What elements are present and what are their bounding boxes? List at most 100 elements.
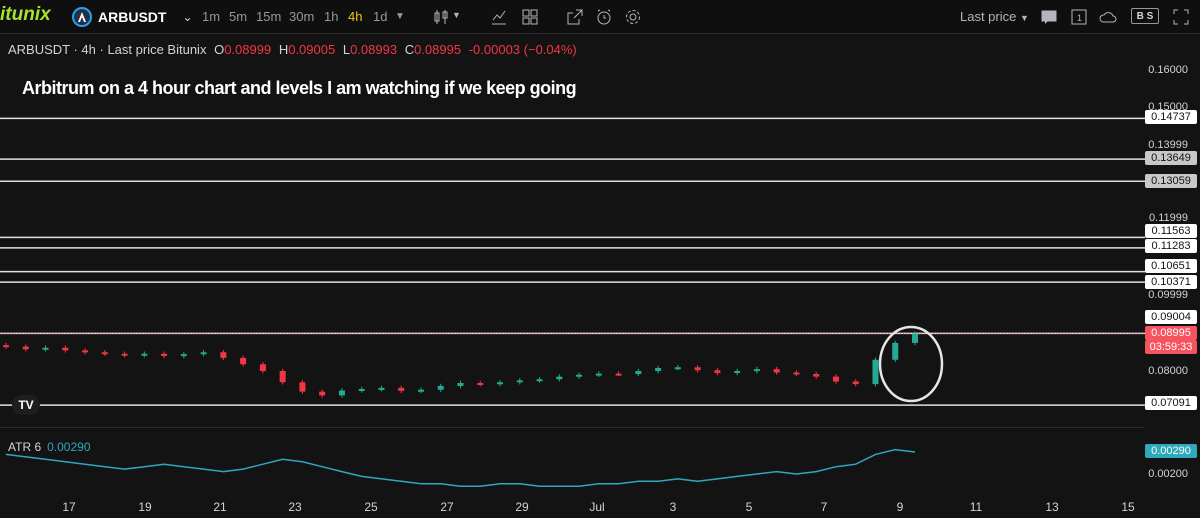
time-axis-label: 29 (515, 500, 529, 514)
chart-type-dropdown-icon[interactable]: ▼ (452, 10, 470, 28)
candle-body (279, 371, 286, 383)
candle-body (3, 345, 9, 348)
price-axis-label: 0.11999 (1149, 212, 1188, 224)
candle-body (319, 391, 326, 396)
fullscreen-icon[interactable] (1172, 8, 1190, 26)
candle-body (714, 370, 721, 373)
time-axis-label: 25 (364, 500, 378, 514)
candle-body (22, 346, 29, 350)
time-axis-label: 9 (896, 500, 904, 514)
settings-gear-icon[interactable] (624, 8, 642, 26)
price-type-dropdown[interactable]: Last price ▼ (960, 9, 1029, 24)
time-axis-label: 19 (138, 500, 152, 514)
level-tag: 0.14737 (1145, 110, 1197, 124)
candle-body (753, 369, 760, 372)
candle-body (892, 342, 899, 360)
time-axis-label: 15 (1121, 500, 1135, 514)
time-axis-label: 27 (440, 500, 454, 514)
pane-divider[interactable] (0, 427, 1145, 428)
candle-body (259, 364, 266, 371)
candle-body (180, 354, 187, 357)
timeframe-1h[interactable]: 1h (324, 9, 338, 24)
countdown-tag: 03:59:33 (1145, 340, 1197, 354)
candle-body (378, 387, 385, 390)
time-axis-label: 7 (820, 500, 828, 514)
time-axis-label: 23 (288, 500, 302, 514)
price-axis-label: 0.13999 (1148, 139, 1188, 151)
time-axis-label: 17 (62, 500, 76, 514)
alarm-clock-icon[interactable] (595, 8, 613, 26)
timeframe-15m[interactable]: 15m (256, 9, 281, 24)
candle-body (694, 367, 701, 371)
candle-body (299, 382, 306, 392)
level-tag: 0.10371 (1145, 275, 1197, 289)
price-axis-label: 0.08000 (1148, 365, 1188, 377)
price-axis-label: 0.16000 (1148, 64, 1188, 76)
time-axis-label: 5 (745, 500, 753, 514)
timeframe-4h[interactable]: 4h (348, 9, 362, 24)
candle-body (595, 373, 602, 376)
candle-body (497, 382, 504, 385)
timeframe-1m[interactable]: 1m (202, 9, 220, 24)
candle-body (101, 352, 108, 355)
layout-grid-icon[interactable] (521, 8, 539, 26)
level-tag: 0.10651 (1145, 259, 1197, 273)
chevron-down-icon: ▼ (1020, 13, 1029, 23)
candle-body (635, 371, 642, 374)
candle-body (457, 383, 464, 386)
candle-body (477, 383, 484, 385)
atr-value: 0.00290 (47, 440, 91, 454)
candle-body (141, 353, 148, 356)
atr-value-tag: 0.00290 (1145, 444, 1197, 458)
tradingview-logo[interactable]: TV (12, 395, 40, 415)
current-price-tag: 0.08995 (1145, 326, 1197, 340)
time-axis-label: 13 (1045, 500, 1059, 514)
level-tag: 0.13649 (1145, 151, 1197, 165)
level-tag: 0.11283 (1145, 239, 1197, 253)
symbol-name: ARBUSDT (98, 9, 167, 25)
chevron-down-icon: ⌄ (182, 10, 193, 24)
external-link-icon[interactable] (566, 8, 584, 26)
cloud-icon[interactable] (1099, 8, 1117, 26)
candle-body (793, 372, 800, 375)
candle-body (576, 374, 583, 377)
candle-body (832, 376, 839, 382)
timeframe-dropdown-icon[interactable]: ▼ (395, 11, 405, 22)
price-type-label: Last price (960, 9, 1017, 24)
arbitrum-icon (72, 7, 92, 27)
indicators-icon[interactable] (490, 8, 508, 26)
candle-body (872, 359, 879, 385)
candle-body (398, 387, 405, 391)
timeframe-1d[interactable]: 1d (373, 9, 387, 24)
atr-name: ATR 6 (8, 440, 42, 454)
svg-text:1: 1 (1077, 13, 1082, 23)
candle-body (338, 390, 345, 396)
candle-body (437, 386, 444, 390)
symbol-selector[interactable]: ARBUSDT ⌄ (72, 6, 193, 28)
atr-legend: ATR 6 0.00290 (8, 440, 91, 454)
timeframe-5m[interactable]: 5m (229, 9, 247, 24)
candle-body (121, 353, 128, 356)
chat-message-icon[interactable] (1040, 8, 1058, 26)
time-axis-label: 11 (969, 500, 983, 514)
single-layout-icon[interactable]: 1 (1070, 8, 1088, 26)
price-chart[interactable] (0, 35, 1145, 518)
time-axis-label: Jul (589, 500, 605, 514)
level-tag: 0.09004 (1145, 310, 1197, 324)
candle-body (82, 350, 89, 353)
candle-body (773, 369, 780, 373)
buy-sell-toggle[interactable]: B S (1131, 8, 1159, 24)
candle-body (417, 389, 424, 392)
time-axis-label: 3 (669, 500, 677, 514)
candle-body (536, 379, 543, 382)
timeframe-30m[interactable]: 30m (289, 9, 314, 24)
candle-body (734, 371, 741, 373)
candle-body (516, 380, 523, 383)
candle-type-icon[interactable] (432, 8, 450, 26)
candle-body (615, 373, 622, 376)
candle-body (161, 353, 168, 356)
candle-body (852, 381, 859, 385)
time-axis-label: 21 (213, 500, 227, 514)
candle-body (655, 368, 662, 371)
level-tag: 0.11563 (1145, 224, 1197, 238)
